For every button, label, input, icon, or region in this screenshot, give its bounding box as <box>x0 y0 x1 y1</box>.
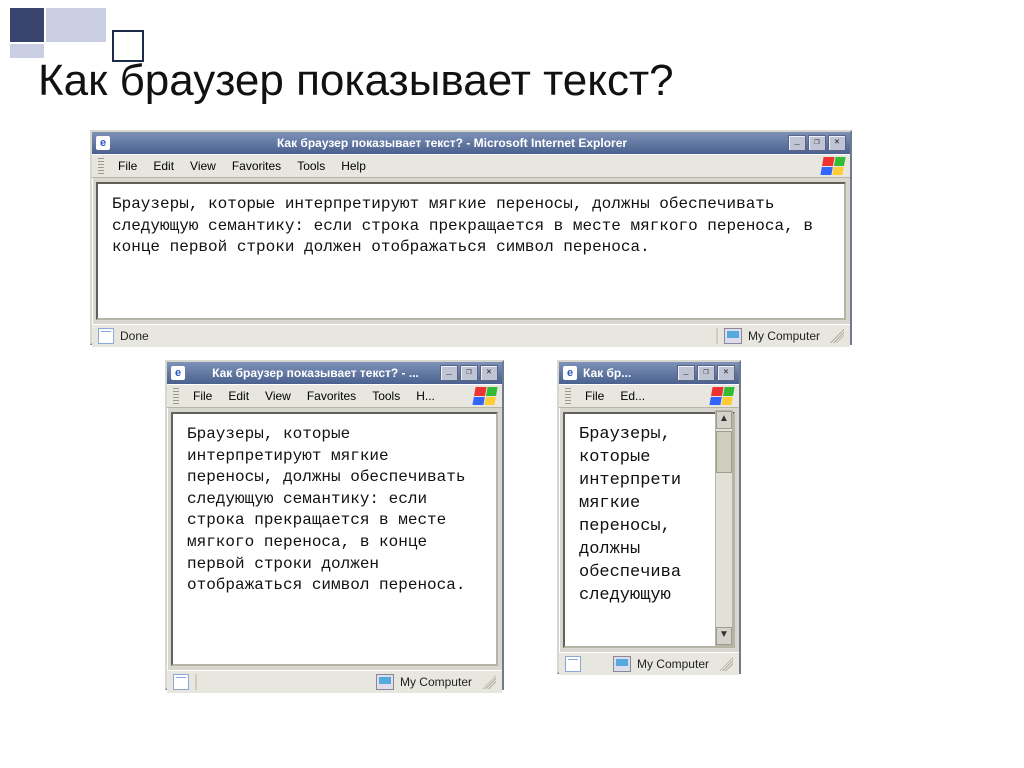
menu-edit[interactable]: Ed... <box>612 389 653 403</box>
status-bar: My Computer <box>559 652 739 675</box>
minimize-button[interactable]: _ <box>788 135 806 151</box>
close-button[interactable]: ✕ <box>828 135 846 151</box>
zone-text: My Computer <box>637 657 709 671</box>
scroll-up-icon[interactable]: ▲ <box>716 411 732 429</box>
menu-bar: File Edit View Favorites Tools Help <box>92 154 850 178</box>
minimize-button[interactable]: _ <box>677 365 695 381</box>
slide-decoration <box>10 8 44 42</box>
computer-icon <box>724 328 742 344</box>
content-line: Браузеры, <box>579 424 709 447</box>
slide-decoration <box>46 8 106 42</box>
zone-text: My Computer <box>748 329 820 343</box>
page-icon <box>173 674 189 690</box>
content-line: которые <box>579 447 709 470</box>
menu-favorites[interactable]: Favorites <box>299 389 364 403</box>
window-titlebar[interactable]: Как бр... _ ❐ ✕ <box>559 362 739 384</box>
close-button[interactable]: ✕ <box>480 365 498 381</box>
menu-help[interactable]: Help <box>333 159 374 173</box>
computer-icon <box>376 674 394 690</box>
windows-flag-icon <box>709 387 734 405</box>
page-content: Браузеры, которые интерпрети мягкие пере… <box>563 412 735 648</box>
content-line: обеспечива <box>579 562 709 585</box>
menu-favorites[interactable]: Favorites <box>224 159 289 173</box>
ie-icon <box>563 366 577 380</box>
menu-view[interactable]: View <box>182 159 224 173</box>
menu-file[interactable]: File <box>110 159 145 173</box>
maximize-button[interactable]: ❐ <box>697 365 715 381</box>
page-content: Браузеры, которые интерпретируют мягкие … <box>171 412 498 666</box>
scroll-down-icon[interactable]: ▼ <box>716 627 732 645</box>
menu-tools[interactable]: Tools <box>364 389 408 403</box>
window-title: Как браузер показывает текст? - Microsof… <box>116 136 788 150</box>
zone-text: My Computer <box>400 675 472 689</box>
menu-view[interactable]: View <box>257 389 299 403</box>
resize-grip-icon[interactable] <box>830 329 844 343</box>
computer-icon <box>613 656 631 672</box>
status-text: Done <box>120 329 149 343</box>
close-button[interactable]: ✕ <box>717 365 735 381</box>
status-bar: My Computer <box>167 670 502 693</box>
toolbar-grip-icon[interactable] <box>173 388 179 404</box>
status-bar: Done My Computer <box>92 324 850 347</box>
menu-edit[interactable]: Edit <box>145 159 182 173</box>
content-line: следующую <box>579 585 709 608</box>
windows-flag-icon <box>472 387 497 405</box>
menu-bar: File Edit View Favorites Tools H... <box>167 384 502 408</box>
page-icon <box>565 656 581 672</box>
menu-edit[interactable]: Edit <box>220 389 257 403</box>
page-content: Браузеры, которые интерпретируют мягкие … <box>96 182 846 320</box>
maximize-button[interactable]: ❐ <box>808 135 826 151</box>
menu-tools[interactable]: Tools <box>289 159 333 173</box>
ie-icon <box>171 366 185 380</box>
resize-grip-icon[interactable] <box>482 675 496 689</box>
toolbar-grip-icon[interactable] <box>98 158 104 174</box>
resize-grip-icon[interactable] <box>719 657 733 671</box>
menu-bar: File Ed... <box>559 384 739 408</box>
page-title: Как браузер показывает текст? <box>38 56 674 106</box>
menu-file[interactable]: File <box>185 389 220 403</box>
windows-flag-icon <box>820 157 845 175</box>
window-title: Как браузер показывает текст? - ... <box>191 366 440 380</box>
content-line: должны <box>579 539 709 562</box>
window-titlebar[interactable]: Как браузер показывает текст? - ... _ ❐ … <box>167 362 502 384</box>
scroll-thumb[interactable] <box>716 431 732 473</box>
ie-icon <box>96 136 110 150</box>
page-icon <box>98 328 114 344</box>
maximize-button[interactable]: ❐ <box>460 365 478 381</box>
toolbar-grip-icon[interactable] <box>565 388 571 404</box>
content-line: переносы, <box>579 516 709 539</box>
menu-file[interactable]: File <box>577 389 612 403</box>
window-titlebar[interactable]: Как браузер показывает текст? - Microsof… <box>92 132 850 154</box>
vertical-scrollbar[interactable]: ▲ ▼ <box>715 410 733 646</box>
menu-help[interactable]: H... <box>408 389 443 403</box>
browser-window-medium: Как браузер показывает текст? - ... _ ❐ … <box>165 360 504 690</box>
browser-window-large: Как браузер показывает текст? - Microsof… <box>90 130 852 345</box>
window-title: Как бр... <box>583 366 677 380</box>
content-line: интерпрети <box>579 470 709 493</box>
minimize-button[interactable]: _ <box>440 365 458 381</box>
scroll-track[interactable] <box>716 475 732 627</box>
content-line: мягкие <box>579 493 709 516</box>
browser-window-small: Как бр... _ ❐ ✕ File Ed... Браузеры, кот… <box>557 360 741 674</box>
